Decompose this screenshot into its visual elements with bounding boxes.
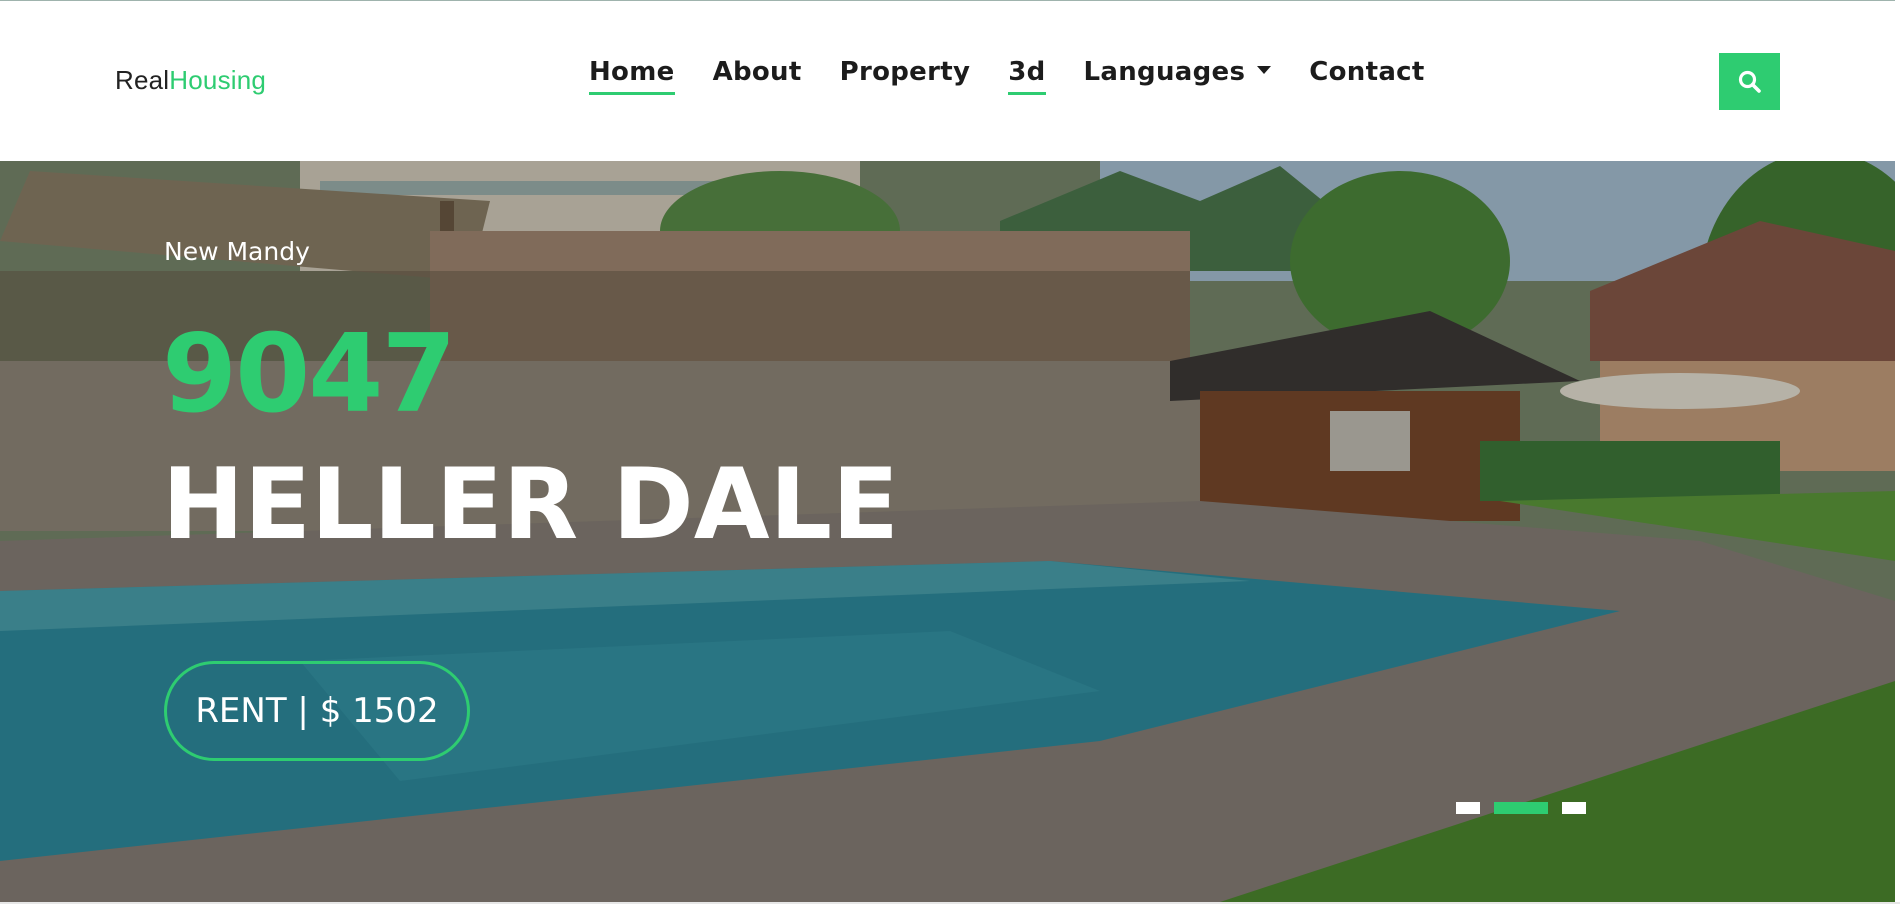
site-logo[interactable]: RealHousing xyxy=(115,65,266,96)
price-button[interactable]: RENT | $ 1502 xyxy=(164,661,470,761)
search-icon xyxy=(1738,70,1761,93)
right-edge xyxy=(1895,0,1900,904)
main-menu: Home About Property 3d Languages Contact xyxy=(589,57,1463,95)
slider-indicators xyxy=(1456,802,1600,814)
property-location: New Mandy xyxy=(164,237,310,266)
hero-slider: New Mandy 9047 HELLER DALE RENT | $ 1502 xyxy=(0,161,1895,902)
nav-languages-label: Languages xyxy=(1083,57,1246,87)
nav-property[interactable]: Property xyxy=(840,57,971,95)
navbar: RealHousing Home About Property 3d Langu… xyxy=(0,1,1895,161)
logo-prefix: Real xyxy=(115,65,170,95)
nav-about[interactable]: About xyxy=(713,57,802,95)
search-button[interactable] xyxy=(1719,53,1780,110)
nav-languages[interactable]: Languages xyxy=(1084,57,1272,95)
property-street: HELLER DALE xyxy=(162,448,899,562)
slide-indicator-2[interactable] xyxy=(1494,802,1548,814)
nav-3d[interactable]: 3d xyxy=(1008,57,1046,95)
slide-indicator-1[interactable] xyxy=(1456,802,1480,814)
nav-home[interactable]: Home xyxy=(589,57,675,95)
chevron-down-icon xyxy=(1257,65,1272,74)
slide-indicator-3[interactable] xyxy=(1562,802,1586,814)
nav-contact[interactable]: Contact xyxy=(1309,57,1424,95)
property-number: 9047 xyxy=(162,312,457,437)
logo-accent: Housing xyxy=(169,65,267,95)
